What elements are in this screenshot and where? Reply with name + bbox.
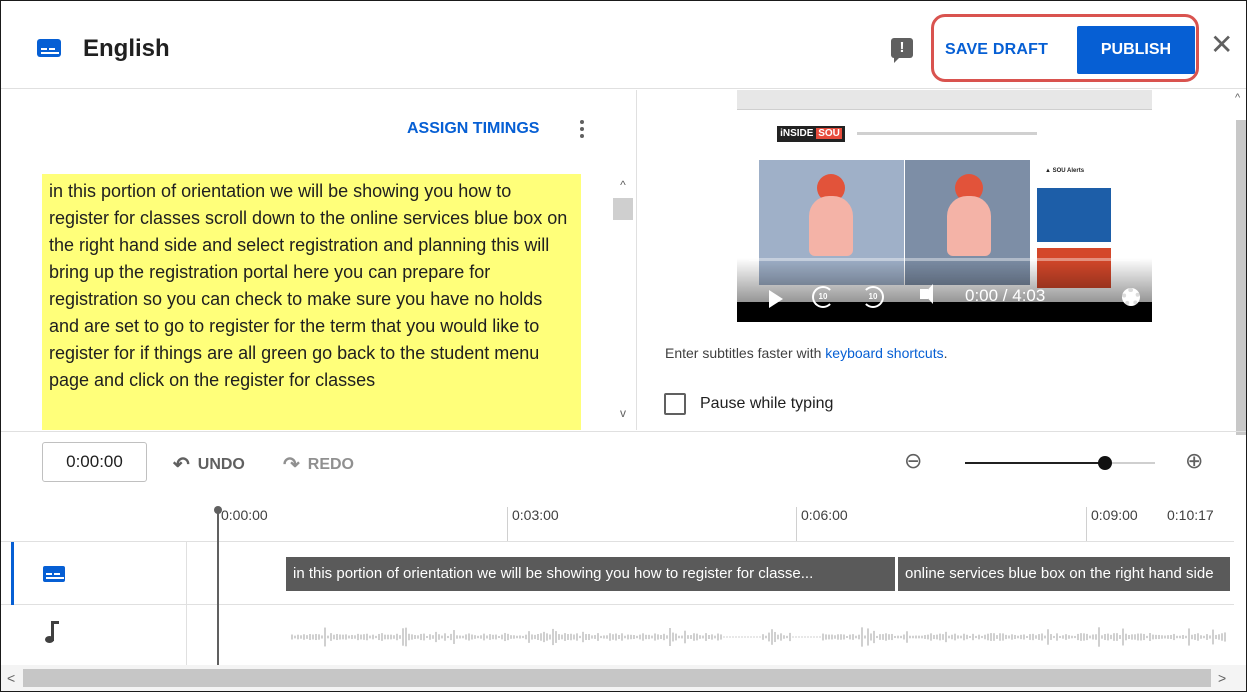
audio-track bbox=[1, 605, 1234, 669]
video-player[interactable]: iNSIDE SOU ▲ SOU Alerts 10 10 0:00 / 4:0… bbox=[737, 90, 1152, 322]
feedback-icon[interactable]: ! bbox=[891, 38, 913, 63]
keyboard-hint: Enter subtitles faster with keyboard sho… bbox=[665, 345, 947, 361]
timeline: 0:00:00 0:03:00 0:06:00 0:09:00 0:10:17 … bbox=[1, 493, 1246, 669]
zoom-slider-track[interactable] bbox=[965, 462, 1155, 464]
publish-button[interactable]: PUBLISH bbox=[1077, 26, 1195, 74]
more-vert-icon[interactable] bbox=[577, 120, 587, 140]
volume-icon[interactable] bbox=[920, 284, 933, 304]
redo-icon: ↷ bbox=[283, 454, 300, 476]
page-title: English bbox=[83, 35, 170, 62]
zoom-slider-thumb[interactable] bbox=[1098, 456, 1112, 470]
redo-label: REDO bbox=[307, 456, 354, 473]
timeline-tick: 0:06:00 bbox=[796, 507, 848, 541]
timeline-tick: 0:03:00 bbox=[507, 507, 559, 541]
track-divider bbox=[186, 605, 187, 669]
hint-text: Enter subtitles faster with bbox=[665, 345, 826, 361]
subtitle-track: in this portion of orientation we will b… bbox=[1, 541, 1234, 606]
transcript-text: in this portion of orientation we will b… bbox=[49, 181, 568, 390]
horizontal-scroll-thumb[interactable] bbox=[23, 669, 1211, 687]
sou-alerts-heading: ▲ SOU Alerts bbox=[1045, 168, 1085, 174]
subtitle-cue[interactable]: in this portion of orientation we will b… bbox=[286, 557, 895, 591]
transcript-pane: ASSIGN TIMINGS in this portion of orient… bbox=[1, 90, 637, 430]
music-note-icon bbox=[45, 621, 59, 643]
zoom-out-icon[interactable]: ⊖ bbox=[904, 448, 922, 474]
subtitle-track-icon bbox=[43, 566, 65, 582]
subtitle-editor-window: English ! SAVE DRAFT PUBLISH ✕ ASSIGN TI… bbox=[0, 0, 1247, 692]
play-icon[interactable] bbox=[769, 290, 783, 308]
transcript-textarea[interactable]: in this portion of orientation we will b… bbox=[42, 174, 581, 430]
inside-sou-logo: iNSIDE SOU bbox=[777, 126, 845, 142]
video-progress-bar[interactable] bbox=[749, 258, 1140, 261]
undo-label: UNDO bbox=[197, 456, 245, 473]
scroll-thumb[interactable] bbox=[613, 198, 633, 220]
assign-timings-button[interactable]: ASSIGN TIMINGS bbox=[407, 120, 539, 138]
forward-10-icon[interactable]: 10 bbox=[862, 286, 884, 308]
save-draft-button[interactable]: SAVE DRAFT bbox=[945, 41, 1048, 59]
playhead-line[interactable] bbox=[217, 510, 219, 666]
page-scroll-thumb[interactable] bbox=[1236, 120, 1246, 435]
zoom-in-icon[interactable]: ⊕ bbox=[1185, 448, 1203, 474]
timeline-tick: 0:00:00 bbox=[221, 507, 268, 523]
keyboard-shortcuts-link[interactable]: keyboard shortcuts bbox=[825, 345, 943, 361]
scroll-down-icon[interactable]: v bbox=[613, 406, 633, 420]
video-controls: 10 10 0:00 / 4:03 bbox=[737, 258, 1152, 322]
subtitle-cue[interactable]: online services blue box on the right ha… bbox=[898, 557, 1230, 591]
current-time-input[interactable]: 0:00:00 bbox=[42, 442, 147, 482]
redo-button[interactable]: ↷ REDO bbox=[283, 452, 354, 477]
video-time: 0:00 / 4:03 bbox=[965, 286, 1046, 305]
track-accent bbox=[11, 542, 14, 605]
hint-period: . bbox=[943, 345, 948, 361]
audio-waveform bbox=[291, 627, 1226, 647]
scroll-right-icon[interactable]: > bbox=[1218, 670, 1226, 686]
preview-pane: iNSIDE SOU ▲ SOU Alerts 10 10 0:00 / 4:0… bbox=[638, 90, 1246, 430]
pause-while-typing-label: Pause while typing bbox=[700, 395, 834, 412]
pause-while-typing-checkbox[interactable] bbox=[664, 393, 686, 415]
timeline-ruler: 0:00:00 0:03:00 0:06:00 0:09:00 0:10:17 bbox=[187, 493, 1232, 541]
video-navbar bbox=[857, 132, 1037, 135]
undo-button[interactable]: ↶ UNDO bbox=[173, 452, 245, 477]
scroll-left-icon[interactable]: < bbox=[7, 670, 15, 686]
track-divider bbox=[186, 542, 187, 606]
captions-icon bbox=[37, 39, 61, 57]
page-scrollbar[interactable]: ^ bbox=[1235, 90, 1246, 435]
video-browser-chrome bbox=[737, 90, 1152, 110]
transcript-scrollbar[interactable]: ^ v bbox=[613, 178, 633, 430]
undo-icon: ↶ bbox=[173, 454, 190, 476]
timeline-tick: 0:10:17 bbox=[1167, 507, 1214, 523]
gear-icon[interactable] bbox=[1122, 288, 1140, 306]
horizontal-scrollbar[interactable]: < > bbox=[1, 665, 1246, 691]
editor-header: English ! SAVE DRAFT PUBLISH ✕ bbox=[1, 1, 1246, 89]
scroll-up-icon[interactable]: ^ bbox=[613, 178, 633, 192]
online-services-box bbox=[1037, 188, 1111, 242]
rewind-10-icon[interactable]: 10 bbox=[812, 286, 834, 308]
timeline-tick: 0:09:00 bbox=[1086, 507, 1138, 541]
close-icon[interactable]: ✕ bbox=[1210, 31, 1233, 59]
page-scroll-up-icon[interactable]: ^ bbox=[1235, 92, 1240, 104]
timeline-toolbar: 0:00:00 ↶ UNDO ↷ REDO ⊖ ⊕ bbox=[1, 431, 1246, 493]
